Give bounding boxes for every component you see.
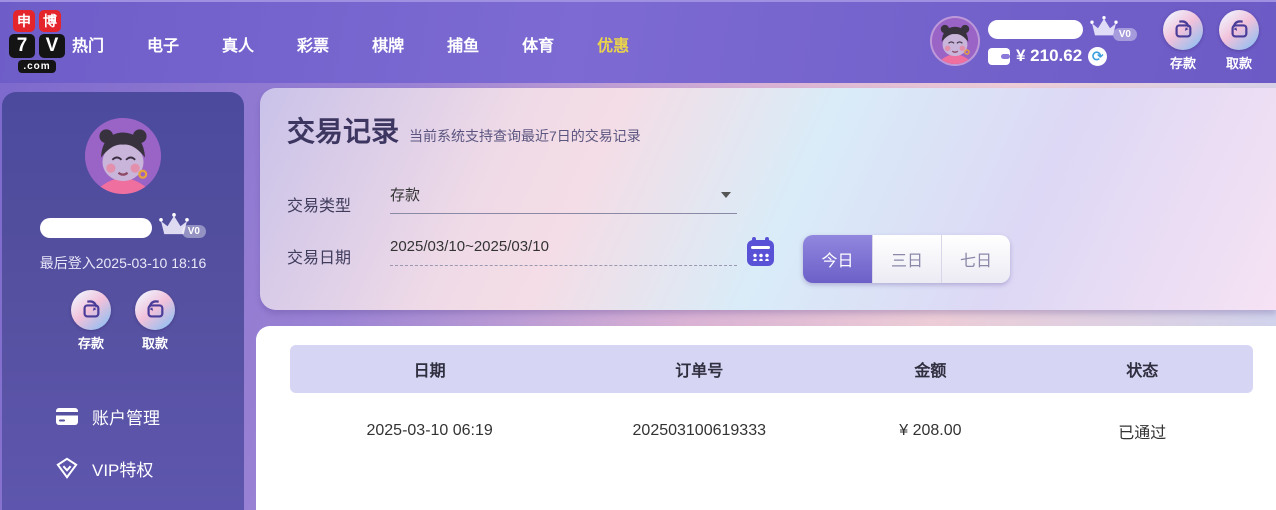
vip-diamond-icon xyxy=(56,457,78,479)
avatar-image xyxy=(932,18,978,64)
deposit-icon xyxy=(71,290,111,330)
sidebar-item-vip-privileges[interactable]: VIP特权 xyxy=(2,442,244,494)
sidebar-withdraw-label: 取款 xyxy=(141,336,168,351)
transaction-filter-panel: 交易记录 当前系统支持查询最近7日的交易记录 交易类型 存款 交易日期 2025… xyxy=(260,88,1276,310)
sidebar-vip-level-badge: V0 xyxy=(181,225,206,238)
page-title: 交易记录 xyxy=(287,116,400,147)
withdraw-icon xyxy=(1219,10,1259,50)
user-avatar[interactable] xyxy=(930,16,980,66)
page-subtitle: 当前系统支持查询最近7日的交易记录 xyxy=(409,128,641,144)
nav-item-live[interactable]: 真人 xyxy=(214,26,262,62)
cell-date: 2025-03-10 06:19 xyxy=(366,421,493,439)
logo-7: 7 xyxy=(9,34,35,58)
transaction-date-value: 2025/03/10~2025/03/10 xyxy=(390,238,549,255)
sidebar-item-bonus-redpacket[interactable]: 红利红包 xyxy=(2,494,244,510)
sidebar-item-label: 账户管理 xyxy=(92,408,160,428)
wallet-icon xyxy=(988,47,1010,65)
nav-item-sports[interactable]: 体育 xyxy=(514,26,562,62)
sidebar-vip-crown: V0 xyxy=(158,212,206,240)
deposit-button[interactable]: 存款 xyxy=(1160,10,1206,72)
transaction-type-select[interactable]: 存款 xyxy=(390,176,737,214)
sidebar-user-row: V0 xyxy=(2,208,244,240)
balance-amount: ¥ 210.62 xyxy=(1016,46,1083,65)
withdraw-icon xyxy=(135,290,175,330)
account-summary: V0 ¥ 210.62 ⟳ xyxy=(930,15,1137,66)
logo-char-1: 申 xyxy=(13,10,35,32)
calendar-icon[interactable] xyxy=(747,237,774,266)
account-row-balance: ¥ 210.62 ⟳ xyxy=(988,46,1137,66)
sidebar-action-buttons: 存款 取款 xyxy=(2,290,244,352)
sidebar-item-label: VIP特权 xyxy=(92,460,154,480)
nav-item-slots[interactable]: 电子 xyxy=(139,26,187,62)
transaction-date-label: 交易日期 xyxy=(287,250,352,267)
username-redacted xyxy=(988,19,1083,39)
deposit-label: 存款 xyxy=(1169,56,1196,71)
nav-item-fishing[interactable]: 捕鱼 xyxy=(439,26,487,62)
logo-v: V xyxy=(39,34,65,58)
table-header-row: 日期 订单号 金额 状态 xyxy=(290,345,1253,393)
col-header-order-no: 订单号 xyxy=(675,363,724,380)
transaction-type-value: 存款 xyxy=(390,187,421,204)
tab-three-days[interactable]: 三日 xyxy=(872,235,941,283)
tab-seven-days[interactable]: 七日 xyxy=(941,235,1010,283)
card-icon xyxy=(56,405,78,427)
logo-char-2: 博 xyxy=(39,10,61,32)
sidebar: V0 最后登入2025-03-10 18:16 存款 取款 账户管理 VIP特权 xyxy=(2,92,244,510)
deposit-icon xyxy=(1163,10,1203,50)
sidebar-avatar-image xyxy=(85,118,161,194)
nav-item-chess[interactable]: 棋牌 xyxy=(364,26,412,62)
chevron-down-icon xyxy=(721,191,731,198)
logo-mid-row: 7 V xyxy=(9,34,65,58)
sidebar-menu: 账户管理 VIP特权 红利红包 xyxy=(2,390,244,510)
date-range-tabs: 今日 三日 七日 xyxy=(803,235,1010,283)
cell-status: 已通过 xyxy=(1118,424,1167,442)
top-bar: 申 博 7 V .com 热门 电子 真人 彩票 棋牌 捕鱼 体育 优惠 V0 … xyxy=(0,0,1276,83)
tab-today[interactable]: 今日 xyxy=(803,235,872,283)
vip-level-badge: V0 xyxy=(1112,28,1137,41)
transaction-table-panel: 日期 订单号 金额 状态 2025-03-10 06:19 2025031006… xyxy=(256,326,1276,510)
account-info: V0 ¥ 210.62 ⟳ xyxy=(988,15,1137,66)
transaction-date-field[interactable]: 2025/03/10~2025/03/10 xyxy=(390,228,737,266)
cell-order-no: 202503100619333 xyxy=(632,421,766,439)
sidebar-deposit-button[interactable]: 存款 xyxy=(71,290,111,352)
table-row: 2025-03-10 06:19 202503100619333 ¥ 208.0… xyxy=(290,403,1253,458)
logo-com: .com xyxy=(18,60,56,73)
vip-crown: V0 xyxy=(1089,15,1137,43)
site-logo[interactable]: 申 博 7 V .com xyxy=(8,10,66,73)
col-header-amount: 金额 xyxy=(914,363,947,380)
nav-item-hot[interactable]: 热门 xyxy=(64,26,112,62)
col-header-date: 日期 xyxy=(413,363,446,380)
withdraw-label: 取款 xyxy=(1225,56,1252,71)
main-nav: 热门 电子 真人 彩票 棋牌 捕鱼 体育 优惠 xyxy=(64,2,637,85)
withdraw-button[interactable]: 取款 xyxy=(1216,10,1262,72)
col-header-status: 状态 xyxy=(1126,363,1159,380)
account-row-user: V0 xyxy=(988,15,1137,43)
top-action-buttons: 存款 取款 xyxy=(1160,10,1262,72)
sidebar-withdraw-button[interactable]: 取款 xyxy=(135,290,175,352)
transaction-type-label: 交易类型 xyxy=(287,198,352,215)
last-login-text: 最后登入2025-03-10 18:16 xyxy=(39,255,207,271)
panel-title-row: 交易记录 当前系统支持查询最近7日的交易记录 xyxy=(287,110,641,150)
cell-amount: ¥ 208.00 xyxy=(899,421,962,439)
logo-top-row: 申 博 xyxy=(13,10,61,32)
nav-item-lottery[interactable]: 彩票 xyxy=(289,26,337,62)
sidebar-avatar[interactable] xyxy=(85,118,161,194)
sidebar-item-account-management[interactable]: 账户管理 xyxy=(2,390,244,442)
nav-item-promo[interactable]: 优惠 xyxy=(589,26,637,62)
sidebar-username-redacted xyxy=(40,218,152,238)
refresh-balance-icon[interactable]: ⟳ xyxy=(1088,46,1108,66)
sidebar-deposit-label: 存款 xyxy=(77,336,104,351)
